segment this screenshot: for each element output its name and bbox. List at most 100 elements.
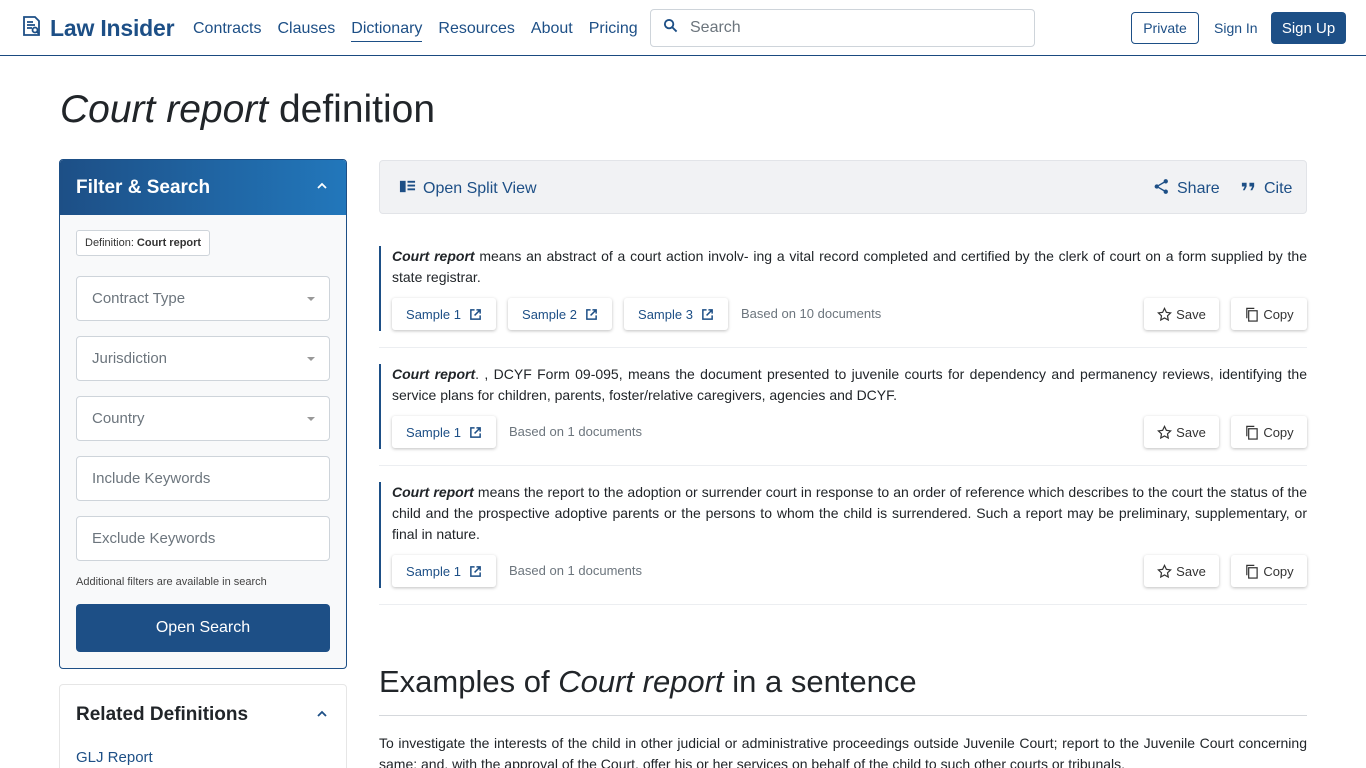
examples-term: Court report [558,664,724,699]
sample-label: Sample 1 [406,424,461,440]
country-select[interactable]: Country [76,396,330,441]
based-on-count: Based on 1 documents [509,563,642,578]
filter-note: Additional filters are available in sear… [76,576,267,588]
copy-label: Copy [1263,424,1294,440]
split-view-label: Open Split View [423,180,537,197]
definition-item: Court report. , DCYF Form 09-095, means … [379,364,1307,466]
copy-button[interactable]: Copy [1231,555,1307,587]
copy-button[interactable]: Copy [1231,298,1307,330]
search-box[interactable] [650,9,1035,47]
examples-divider [379,715,1307,716]
nav-pricing[interactable]: Pricing [589,20,638,42]
logo-text: Law Insider [50,14,175,41]
search-input[interactable] [690,19,1010,37]
sample-2-button[interactable]: Sample 2 [508,298,612,330]
include-keywords-input[interactable] [76,456,330,501]
nav-clauses[interactable]: Clauses [277,20,335,42]
examples-suffix: in a sentence [732,664,917,699]
related-heading: Related Definitions [76,704,249,725]
book-search-icon [20,14,44,43]
jurisdiction-label: Jurisdiction [92,350,168,367]
save-button[interactable]: Save [1144,416,1219,448]
based-on-count: Based on 10 documents [741,306,882,321]
save-button[interactable]: Save [1144,555,1219,587]
external-link-icon [470,426,481,438]
based-on-count: Based on 1 documents [509,424,642,439]
star-icon [1157,306,1173,321]
definition-text: Court report means the report to the ado… [392,482,1307,545]
definition-accent-bar [379,364,381,449]
save-button[interactable]: Save [1144,298,1219,330]
cite-button[interactable]: Cite [1240,178,1292,200]
filter-heading: Filter & Search [76,176,211,198]
sample-1-button[interactable]: Sample 1 [392,298,496,330]
nav-about[interactable]: About [531,20,573,42]
share-label: Share [1177,180,1220,197]
open-split-view-button[interactable]: Open Split View [399,178,537,200]
sample-label: Sample 1 [406,306,461,322]
chip-value: Court report [136,237,202,249]
share-icon [1153,178,1177,200]
top-navbar: Law Insider Contracts Clauses Dictionary… [0,0,1366,56]
examples-prefix: Examples of [379,664,550,699]
cite-label: Cite [1264,180,1293,197]
copy-button[interactable]: Copy [1231,416,1307,448]
definition-toolbar: Open Split View Share Cite [379,160,1307,214]
filter-header[interactable]: Filter & Search [60,160,346,215]
save-label: Save [1176,563,1206,579]
exclude-keywords-input[interactable] [76,516,330,561]
star-icon [1157,424,1173,439]
caret-down-icon [307,296,315,301]
copy-icon [1246,425,1259,440]
definition-accent-bar [379,246,381,331]
copy-label: Copy [1263,306,1294,322]
sign-in-link[interactable]: Sign In [1214,20,1258,36]
external-link-icon [470,308,481,320]
definition-body: . , DCYF Form 09-095, means the document… [392,366,1307,403]
main-nav: Contracts Clauses Dictionary Resources A… [193,20,654,42]
sign-up-button[interactable]: Sign Up [1271,12,1346,44]
sample-3-button[interactable]: Sample 3 [624,298,728,330]
split-view-icon [399,178,423,200]
contract-type-select[interactable]: Contract Type [76,276,330,321]
share-button[interactable]: Share [1153,178,1220,200]
examples-heading: Examples of Court report in a sentence [379,664,917,700]
private-button[interactable]: Private [1131,12,1199,44]
chevron-up-icon[interactable] [316,179,328,197]
sample-label: Sample 2 [522,306,577,322]
definition-item: Court report means the report to the ado… [379,482,1307,605]
caret-down-icon [307,356,315,361]
definition-item: Court report means an abstract of a cour… [379,246,1307,348]
country-label: Country [92,410,145,427]
copy-icon [1246,564,1259,579]
nav-contracts[interactable]: Contracts [193,20,261,42]
example-sentence: To investigate the interests of the chil… [379,735,1307,768]
definition-filter-chip[interactable]: Definition: Court report [76,230,211,256]
sample-1-button[interactable]: Sample 1 [392,555,496,587]
definition-body: means the report to the adoption or surr… [392,484,1307,542]
related-link[interactable]: GLJ Report [76,749,153,766]
save-label: Save [1176,424,1206,440]
logo-link[interactable]: Law Insider [20,14,175,43]
page-title: Court report definition [60,88,435,132]
page-title-suffix: definition [278,88,436,131]
sample-label: Sample 1 [406,563,461,579]
definition-term: Court report [392,366,476,382]
external-link-icon [702,308,713,320]
definition-term: Court report [392,484,474,500]
external-link-icon [470,565,481,577]
chip-prefix: Definition: [85,237,134,249]
definition-accent-bar [379,482,381,588]
nav-resources[interactable]: Resources [438,20,514,42]
copy-icon [1246,307,1259,322]
nav-dictionary[interactable]: Dictionary [351,20,423,42]
quote-icon [1240,178,1264,200]
jurisdiction-select[interactable]: Jurisdiction [76,336,330,381]
filter-panel: Filter & Search Definition: Court report… [59,159,347,669]
open-search-button[interactable]: Open Search [76,604,330,652]
definition-text: Court report means an abstract of a cour… [392,246,1307,288]
external-link-icon [586,308,597,320]
definition-text: Court report. , DCYF Form 09-095, means … [392,364,1307,406]
contract-type-label: Contract Type [92,290,186,307]
sample-1-button[interactable]: Sample 1 [392,416,496,448]
